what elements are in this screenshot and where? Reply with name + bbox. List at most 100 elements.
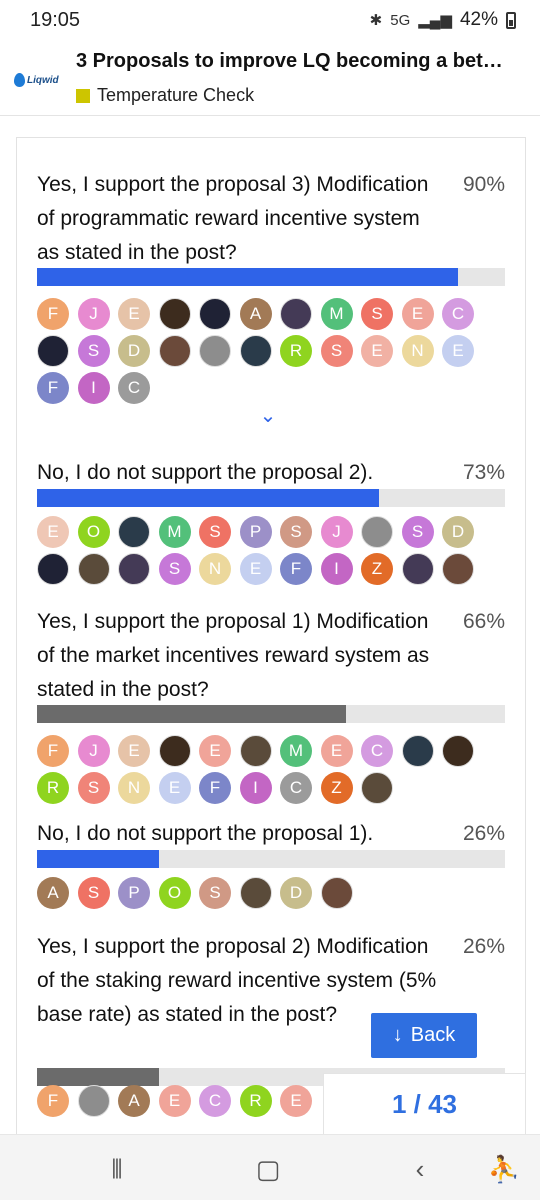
voter-avatar[interactable]: [361, 772, 393, 804]
voter-avatar[interactable]: F: [280, 553, 312, 585]
voter-avatar[interactable]: [442, 553, 474, 585]
voter-avatar[interactable]: J: [77, 735, 110, 767]
voter-avatar[interactable]: S: [77, 335, 110, 367]
voter-avatar[interactable]: [158, 335, 191, 367]
voter-avatar[interactable]: [118, 516, 150, 548]
voter-avatar[interactable]: S: [199, 877, 231, 909]
voter-avatar[interactable]: [199, 298, 231, 330]
voter-avatar[interactable]: [361, 516, 393, 548]
voter-avatar[interactable]: M: [320, 298, 353, 330]
voter-avatar[interactable]: O: [77, 516, 110, 548]
voter-avatar[interactable]: N: [199, 553, 231, 585]
voter-avatar[interactable]: E: [442, 335, 474, 367]
voter-avatar[interactable]: C: [361, 735, 393, 767]
voter-avatar[interactable]: J: [320, 516, 353, 548]
voter-avatar[interactable]: F: [37, 372, 69, 404]
voter-avatar[interactable]: [199, 335, 231, 367]
voter-avatar[interactable]: [239, 877, 272, 909]
poll-bar-fill: [37, 705, 346, 723]
voter-avatar[interactable]: E: [239, 553, 272, 585]
voter-avatar[interactable]: Z: [320, 772, 353, 804]
voter-avatar[interactable]: [37, 553, 69, 585]
voter-avatar[interactable]: N: [401, 335, 434, 367]
voter-avatar[interactable]: S: [77, 877, 110, 909]
voter-avatar[interactable]: A: [37, 877, 69, 909]
bluetooth-icon: ✱: [369, 12, 383, 29]
voter-avatar[interactable]: M: [158, 516, 191, 548]
home-icon[interactable]: ▢: [248, 1149, 288, 1189]
poll-bar-fill: [37, 268, 459, 286]
voter-avatar[interactable]: N: [118, 772, 150, 804]
voter-avatar[interactable]: S: [77, 772, 110, 804]
voter-avatar[interactable]: F: [37, 1085, 69, 1117]
voter-avatar[interactable]: [442, 735, 474, 767]
voter-avatar[interactable]: A: [118, 1085, 150, 1117]
voter-avatar[interactable]: C: [199, 1085, 231, 1117]
voter-avatar[interactable]: Z: [361, 553, 393, 585]
accessibility-icon[interactable]: ⛹: [484, 1149, 524, 1189]
voter-avatar[interactable]: E: [158, 772, 191, 804]
voter-avatar[interactable]: C: [280, 772, 312, 804]
voter-avatar[interactable]: R: [239, 1085, 272, 1117]
voter-avatar[interactable]: E: [401, 298, 434, 330]
voter-avatar[interactable]: E: [361, 335, 393, 367]
post-progress[interactable]: 1 / 43: [323, 1073, 526, 1134]
voter-avatar[interactable]: E: [320, 735, 353, 767]
voter-avatar[interactable]: F: [199, 772, 231, 804]
voter-avatar[interactable]: P: [118, 877, 150, 909]
progress-text: 1 / 43: [391, 1089, 458, 1119]
voter-avatar[interactable]: J: [77, 298, 110, 330]
voter-avatar[interactable]: [118, 553, 150, 585]
poll-bar-track: [37, 489, 505, 507]
voter-avatar[interactable]: [37, 335, 69, 367]
voter-avatar[interactable]: R: [280, 335, 312, 367]
voter-avatar[interactable]: F: [37, 735, 69, 767]
back-nav-icon[interactable]: ‹: [400, 1149, 440, 1189]
voter-avatar[interactable]: [239, 335, 272, 367]
voter-avatar[interactable]: E: [118, 298, 150, 330]
voter-avatar[interactable]: E: [199, 735, 231, 767]
voter-avatar[interactable]: F: [37, 298, 69, 330]
voter-avatar[interactable]: P: [239, 516, 272, 548]
voter-avatar[interactable]: [158, 735, 191, 767]
voter-avatar[interactable]: R: [37, 772, 69, 804]
voter-avatar[interactable]: D: [442, 516, 474, 548]
voter-avatar[interactable]: [401, 553, 434, 585]
voter-avatar[interactable]: E: [118, 735, 150, 767]
voter-avatar[interactable]: S: [401, 516, 434, 548]
voter-avatar[interactable]: S: [158, 553, 191, 585]
voter-avatar[interactable]: O: [158, 877, 191, 909]
voter-avatar[interactable]: [158, 298, 191, 330]
chevron-down-icon[interactable]: ⌄: [255, 406, 281, 426]
voter-avatar[interactable]: S: [320, 335, 353, 367]
status-time: 19:05: [30, 8, 81, 31]
voter-avatar[interactable]: E: [158, 1085, 191, 1117]
voter-avatar[interactable]: [239, 735, 272, 767]
poll-option: Yes, I support the proposal 1) Modificat…: [37, 605, 505, 835]
voter-avatar[interactable]: [320, 877, 353, 909]
voter-avatar[interactable]: E: [37, 516, 69, 548]
topic-title[interactable]: 3 Proposals to improve LQ becoming a bet…: [76, 50, 526, 73]
voter-avatar[interactable]: D: [118, 335, 150, 367]
voter-avatar[interactable]: [401, 735, 434, 767]
voter-avatar[interactable]: S: [280, 516, 312, 548]
voter-avatar[interactable]: C: [118, 372, 150, 404]
voter-avatar[interactable]: D: [280, 877, 312, 909]
recents-icon[interactable]: ⦀: [97, 1149, 137, 1189]
voter-avatar[interactable]: A: [239, 298, 272, 330]
voter-avatar[interactable]: I: [320, 553, 353, 585]
voter-avatar[interactable]: I: [77, 372, 110, 404]
voter-avatar[interactable]: M: [280, 735, 312, 767]
voter-avatar[interactable]: I: [239, 772, 272, 804]
back-button[interactable]: ↓ Back: [371, 1013, 477, 1058]
voter-avatar[interactable]: S: [361, 298, 393, 330]
poll-bar-fill: [37, 850, 159, 868]
voter-avatar[interactable]: [280, 298, 312, 330]
voter-avatar[interactable]: [77, 553, 110, 585]
voter-avatar[interactable]: C: [442, 298, 474, 330]
voter-avatar[interactable]: E: [280, 1085, 312, 1117]
voter-avatar[interactable]: [77, 1085, 110, 1117]
category-badge[interactable]: Temperature Check: [76, 85, 254, 106]
site-logo[interactable]: Liqwid: [14, 68, 74, 92]
voter-avatar[interactable]: S: [199, 516, 231, 548]
